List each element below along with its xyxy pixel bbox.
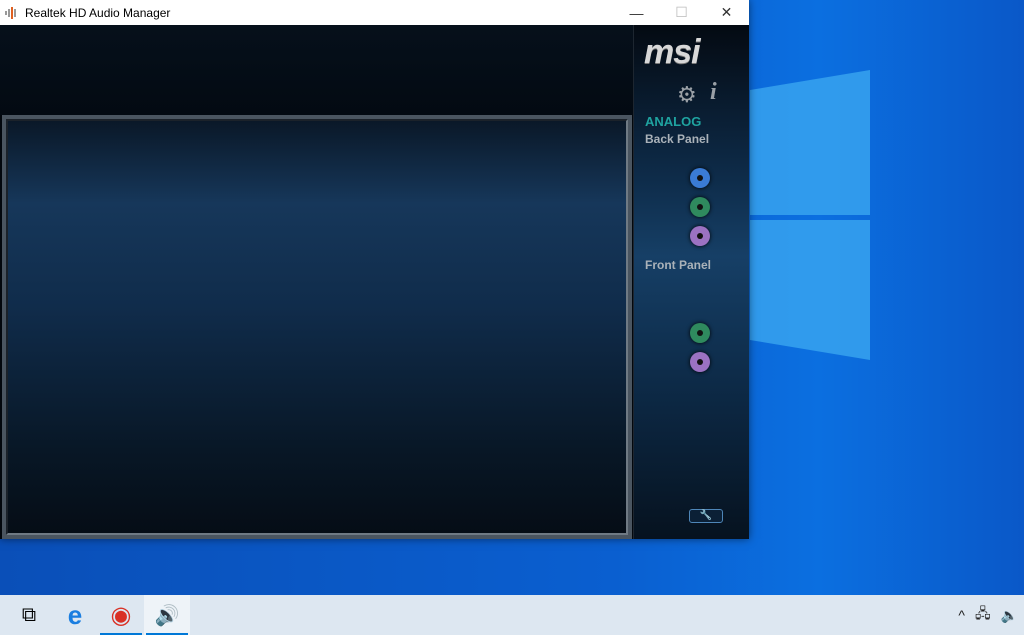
wrench-button[interactable]: 🔧 bbox=[689, 509, 723, 523]
main-panel-content bbox=[6, 119, 628, 535]
gear-icon[interactable]: ⚙ bbox=[677, 82, 697, 108]
back-jack-pink[interactable] bbox=[690, 226, 710, 246]
speaker-app-icon bbox=[5, 6, 19, 20]
info-icon[interactable]: i bbox=[710, 79, 717, 106]
realtek-window: Realtek HD Audio Manager — ☐ ✕ msi ⚙ i A… bbox=[0, 0, 749, 539]
task-view-icon[interactable]: ⧉ bbox=[6, 595, 52, 635]
close-button[interactable]: ✕ bbox=[704, 0, 749, 25]
front-jack-pink[interactable] bbox=[690, 352, 710, 372]
msi-logo: msi bbox=[644, 33, 701, 71]
front-panel-label: Front Panel bbox=[645, 258, 712, 272]
taskbar: ⧉ e ◉ 🔊 ^ 🖧 🔈 bbox=[0, 595, 1024, 635]
maximize-button[interactable]: ☐ bbox=[659, 0, 704, 25]
back-jack-green[interactable] bbox=[690, 197, 710, 217]
title-bar: Realtek HD Audio Manager — ☐ ✕ bbox=[0, 0, 749, 25]
windows-logo-wallpaper bbox=[750, 70, 870, 360]
analog-heading: ANALOG bbox=[645, 114, 702, 129]
system-tray: ^ 🖧 🔈 bbox=[958, 595, 1018, 635]
volume-muted-icon[interactable]: 🔈 bbox=[1001, 607, 1018, 624]
network-icon[interactable]: 🖧 bbox=[975, 603, 991, 627]
minimize-button[interactable]: — bbox=[614, 0, 659, 25]
header-area bbox=[0, 25, 633, 115]
realtek-taskbar-icon[interactable]: 🔊 bbox=[144, 595, 190, 635]
edge-icon[interactable]: e bbox=[52, 595, 98, 635]
sidebar: msi ⚙ i ANALOG Back Panel Front Panel 🔧 bbox=[633, 25, 749, 539]
main-panel bbox=[2, 115, 632, 539]
front-jack-green[interactable] bbox=[690, 323, 710, 343]
window-title: Realtek HD Audio Manager bbox=[25, 5, 171, 20]
back-jack-blue[interactable] bbox=[690, 168, 710, 188]
chevron-up-icon[interactable]: ^ bbox=[958, 607, 965, 623]
back-panel-label: Back Panel bbox=[645, 132, 710, 146]
chrome-icon[interactable]: ◉ bbox=[98, 595, 144, 635]
